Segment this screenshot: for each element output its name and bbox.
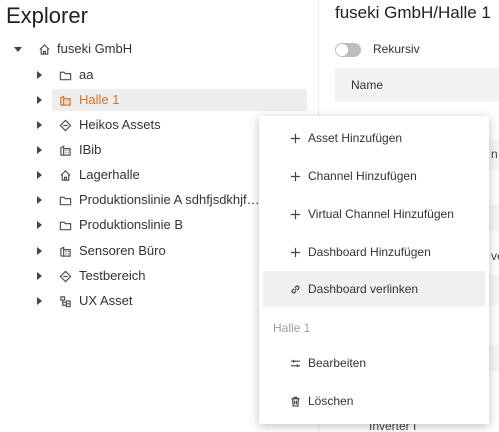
sliders-icon: [288, 356, 302, 370]
menu-item-label: Dashboard verlinken: [308, 282, 419, 296]
tree-node-label: Halle 1: [79, 92, 120, 107]
caret-right-icon[interactable]: [32, 93, 46, 107]
plus-icon: [288, 169, 302, 183]
building-icon: [58, 143, 72, 157]
tree-node-aa[interactable]: aa: [37, 64, 307, 86]
tree-node-label: IBib: [79, 142, 102, 157]
menu-item-label: Channel Hinzufügen: [308, 169, 417, 183]
menu-item-virtual-channel-hinzufuegen[interactable]: Virtual Channel Hinzufügen: [263, 197, 485, 231]
hierarchy-icon: [58, 294, 72, 308]
recursive-toggle[interactable]: [335, 43, 361, 57]
tree-node-root[interactable]: fuseki GmbH: [6, 38, 306, 60]
menu-item-label: Bearbeiten: [308, 356, 367, 370]
table-cell: ve: [491, 249, 499, 263]
link-icon: [288, 282, 302, 296]
menu-section-label: Halle 1: [273, 321, 311, 335]
table-cell: n: [491, 147, 498, 161]
table-header: Name: [335, 68, 499, 102]
folder-icon: [58, 193, 72, 207]
menu-item-channel-hinzufuegen[interactable]: Channel Hinzufügen: [263, 159, 485, 193]
trash-icon: [288, 394, 302, 408]
home-icon: [37, 42, 51, 56]
building-icon: [58, 244, 72, 258]
menu-item-bearbeiten[interactable]: Bearbeiten: [263, 346, 485, 380]
tree-node-label: Produktionslinie A sdhfjsdkhjf…: [79, 192, 260, 207]
plus-icon: [288, 245, 302, 259]
tree-node-halle-1[interactable]: Halle 1: [37, 89, 307, 111]
plus-icon: [288, 207, 302, 221]
tree-node-label: Testbereich: [79, 268, 146, 283]
app-root: Explorer fuseki GmbH aa Halle 1 Heikos A…: [0, 0, 499, 432]
caret-right-icon[interactable]: [32, 193, 46, 207]
tree-node-label: fuseki GmbH: [57, 41, 133, 56]
caret-right-icon[interactable]: [32, 168, 46, 182]
caret-right-icon[interactable]: [32, 269, 46, 283]
tree-node-label: Heikos Assets: [79, 117, 161, 132]
menu-item-label: Dashboard Hinzufügen: [308, 245, 431, 259]
folder-icon: [58, 218, 72, 232]
tree-node-label: UX Asset: [79, 293, 133, 308]
tree-node-label: Produktionslinie B: [79, 217, 184, 232]
menu-item-loeschen[interactable]: Löschen: [263, 384, 485, 418]
explorer-title: Explorer: [6, 3, 88, 28]
column-header-name[interactable]: Name: [351, 78, 383, 92]
folder-icon: [58, 68, 72, 82]
menu-item-label: Löschen: [308, 394, 354, 408]
caret-right-icon[interactable]: [32, 68, 46, 82]
menu-item-dashboard-hinzufuegen[interactable]: Dashboard Hinzufügen: [263, 235, 485, 269]
home-icon: [58, 168, 72, 182]
tree-node-label: aa: [79, 67, 94, 82]
toggle-knob: [336, 44, 348, 56]
menu-item-label: Virtual Channel Hinzufügen: [308, 207, 454, 221]
context-menu: Asset Hinzufügen Channel Hinzufügen Virt…: [259, 116, 489, 424]
caret-right-icon[interactable]: [32, 118, 46, 132]
asset-path-title: fuseki GmbH/Halle 1: [335, 3, 491, 22]
tree-node-label: Lagerhalle: [79, 167, 140, 182]
plus-icon: [288, 131, 302, 145]
tree-node-label: Sensoren Büro: [79, 243, 166, 258]
caret-right-icon[interactable]: [32, 218, 46, 232]
caret-right-icon[interactable]: [32, 294, 46, 308]
caret-right-icon[interactable]: [32, 143, 46, 157]
recursive-toggle-label: Rekursiv: [373, 42, 420, 56]
building-icon: [58, 93, 72, 107]
caret-right-icon[interactable]: [32, 244, 46, 258]
menu-item-label: Asset Hinzufügen: [308, 131, 403, 145]
diamond-icon: [58, 269, 72, 283]
diamond-icon: [58, 118, 72, 132]
menu-item-asset-hinzufuegen[interactable]: Asset Hinzufügen: [263, 121, 485, 155]
menu-item-dashboard-verlinken[interactable]: Dashboard verlinken: [263, 271, 485, 307]
caret-down-icon[interactable]: [11, 42, 25, 56]
